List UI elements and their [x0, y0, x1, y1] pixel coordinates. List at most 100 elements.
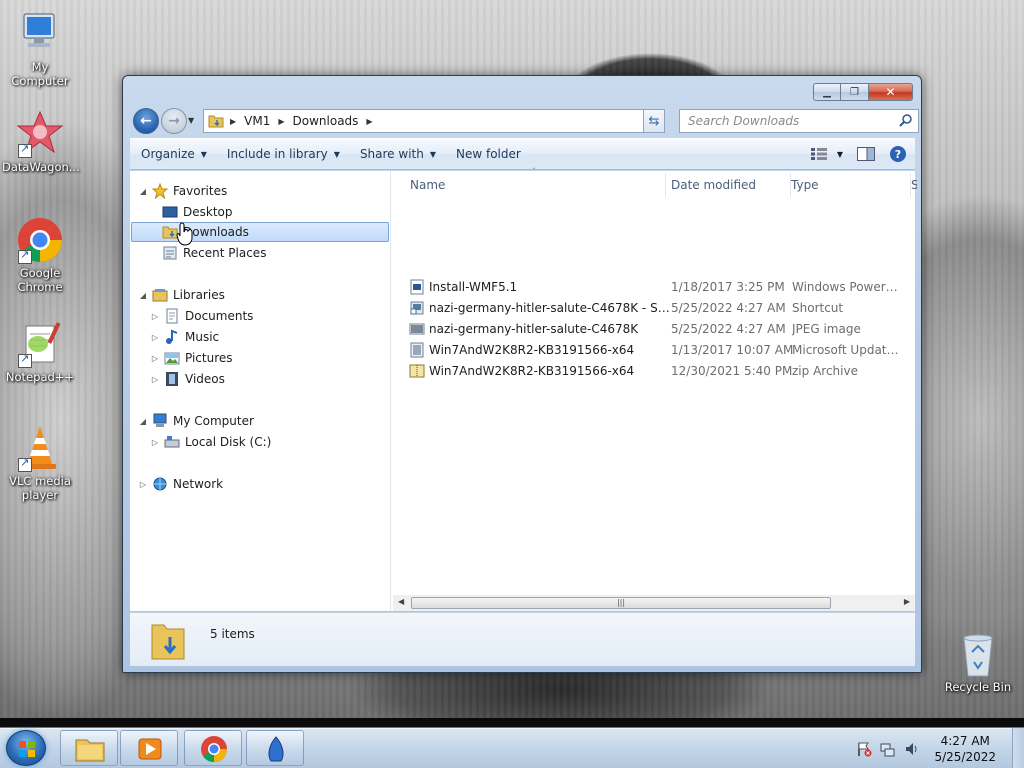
breadcrumb-chevron-icon[interactable]: ▶	[230, 117, 236, 126]
recycle-bin-icon	[958, 630, 998, 678]
my-computer-icon	[16, 10, 64, 58]
expand-arrow-icon[interactable]: ▷	[138, 480, 148, 489]
search-input[interactable]: Search Downloads	[679, 109, 919, 133]
nav-my-computer-label: My Computer	[173, 414, 254, 428]
desktop-icon-notepad-plus-plus[interactable]: Notepad++	[2, 320, 78, 384]
start-button[interactable]	[6, 730, 46, 766]
maximize-button[interactable]: ❐	[841, 83, 869, 101]
nav-videos[interactable]: ▷ Videos	[150, 369, 225, 389]
nav-recent-places[interactable]: Recent Places	[162, 243, 266, 263]
nav-documents[interactable]: ▷ Documents	[150, 306, 253, 326]
file-row[interactable]: nazi-germany-hitler-salute-C4678K 5/25/2…	[409, 319, 909, 339]
shortcut-arrow-icon	[18, 248, 32, 264]
breadcrumb-downloads[interactable]: Downloads	[293, 114, 359, 128]
desktop-icon-vlc[interactable]: VLC media player	[2, 424, 78, 502]
organize-button[interactable]: Organize ▼	[141, 147, 207, 161]
taskbar-media-player-button[interactable]	[120, 730, 178, 766]
update-package-icon	[410, 342, 424, 358]
file-type: JPEG image	[792, 322, 861, 336]
clock[interactable]: 4:27 AM 5/25/2022	[934, 733, 996, 765]
nav-pictures[interactable]: ▷ Pictures	[150, 348, 233, 368]
nav-desktop[interactable]: Desktop	[162, 202, 233, 222]
breadcrumb-chevron-icon[interactable]: ▶	[366, 117, 372, 126]
column-header-name[interactable]: Name ˄	[410, 167, 666, 197]
nav-downloads[interactable]: Downloads	[131, 222, 389, 242]
minimize-button[interactable]: ▁	[813, 83, 841, 101]
refresh-button[interactable]: ⇆	[643, 109, 665, 133]
nav-music[interactable]: ▷ Music	[150, 327, 219, 347]
share-with-button[interactable]: Share with ▼	[360, 147, 436, 161]
chevron-down-icon[interactable]: ▼	[837, 150, 843, 159]
recent-pages-dropdown[interactable]: ▼	[188, 116, 194, 125]
item-count: 5 items	[210, 627, 255, 641]
file-row[interactable]: Win7AndW2K8R2-KB3191566-x64 12/30/2021 5…	[409, 361, 909, 381]
scrollbar-thumb[interactable]: |||	[411, 597, 831, 609]
hard-drive-icon	[164, 436, 180, 448]
search-icon[interactable]	[899, 113, 913, 127]
column-header-date-modified[interactable]: Date modified	[671, 173, 791, 197]
taskbar-chrome-button[interactable]	[184, 730, 242, 766]
navigation-pane: ◢ Favorites Desktop Downloads Recent Pla…	[130, 171, 391, 611]
details-view-icon	[810, 148, 827, 160]
refresh-icon: ⇆	[648, 113, 660, 129]
collapse-arrow-icon[interactable]: ◢	[138, 417, 148, 426]
file-row[interactable]: Install-WMF5.1 1/18/2017 3:25 PM Windows…	[409, 277, 909, 297]
expand-arrow-icon[interactable]: ▷	[150, 354, 160, 363]
forward-button[interactable]: →	[161, 108, 187, 134]
file-row[interactable]: nazi-germany-hitler-salute-C4678K - Sho.…	[409, 298, 909, 318]
volume-speaker-icon[interactable]	[904, 741, 920, 757]
help-icon[interactable]: ?	[889, 145, 907, 163]
desktop-icon-label: My Computer	[11, 60, 69, 88]
horizontal-scrollbar[interactable]: ◀ ||| ▶	[393, 595, 915, 611]
nav-my-computer[interactable]: ◢ My Computer	[138, 411, 254, 431]
content-area: ◢ Favorites Desktop Downloads Recent Pla…	[130, 167, 917, 611]
scroll-right-arrow-icon[interactable]: ▶	[904, 597, 910, 606]
show-desktop-button[interactable]	[1012, 728, 1024, 768]
close-button[interactable]: ✕	[869, 83, 913, 101]
change-view-button[interactable]: ▼	[810, 148, 843, 160]
taskbar-explorer-button[interactable]	[60, 730, 118, 766]
desktop-icon-my-computer[interactable]: My Computer	[2, 10, 78, 88]
expand-arrow-icon[interactable]: ▷	[150, 333, 160, 342]
address-bar[interactable]: ▶ VM1 ▶ Downloads ▶ ▼	[203, 109, 665, 133]
column-header-size[interactable]: S	[911, 173, 917, 197]
collapse-arrow-icon[interactable]: ◢	[138, 187, 148, 196]
powershell-script-icon	[410, 279, 424, 295]
nav-recent-places-label: Recent Places	[183, 246, 267, 260]
column-type-label: Type	[791, 178, 819, 192]
desktop-icon-recycle-bin[interactable]: Recycle Bin	[940, 630, 1016, 694]
column-header-type[interactable]: Type	[791, 173, 911, 197]
shortcut-icon	[410, 301, 424, 315]
file-date: 5/25/2022 4:27 AM	[671, 322, 786, 336]
recent-places-icon	[163, 246, 177, 260]
include-in-library-button[interactable]: Include in library ▼	[227, 147, 340, 161]
taskbar-app-button[interactable]	[246, 730, 304, 766]
expand-arrow-icon[interactable]: ▷	[150, 312, 160, 321]
scroll-left-arrow-icon[interactable]: ◀	[398, 597, 404, 606]
folder-icon	[208, 115, 224, 128]
breadcrumb-chevron-icon[interactable]: ▶	[278, 117, 284, 126]
vlc-cone-icon	[16, 424, 64, 472]
nav-libraries[interactable]: ◢ Libraries	[138, 285, 225, 305]
nav-network[interactable]: ▷ Network	[138, 474, 223, 494]
nav-local-disk[interactable]: ▷ Local Disk (C:)	[150, 432, 271, 452]
details-pane: 5 items	[130, 612, 915, 666]
documents-icon	[166, 308, 178, 324]
nav-favorites[interactable]: ◢ Favorites	[138, 181, 227, 201]
file-row[interactable]: Win7AndW2K8R2-KB3191566-x64 1/13/2017 10…	[409, 340, 909, 360]
desktop-icon-datawagon[interactable]: DataWagon...	[2, 110, 80, 174]
desktop-icon-label: Google Chrome	[17, 266, 63, 294]
network-status-icon[interactable]	[880, 741, 896, 757]
expand-arrow-icon[interactable]: ▷	[150, 438, 160, 447]
action-center-flag-icon[interactable]	[856, 741, 872, 757]
column-size-label: S	[911, 178, 917, 192]
back-button[interactable]: ←	[133, 108, 159, 134]
collapse-arrow-icon[interactable]: ◢	[138, 291, 148, 300]
desktop-icon-google-chrome[interactable]: Google Chrome	[2, 216, 78, 294]
expand-arrow-icon[interactable]: ▷	[150, 375, 160, 384]
preview-pane-icon[interactable]	[857, 147, 875, 161]
shortcut-arrow-icon	[18, 142, 32, 158]
breadcrumb-vm1[interactable]: VM1	[244, 114, 270, 128]
new-folder-button[interactable]: New folder	[456, 147, 521, 161]
windows-logo-icon	[19, 741, 35, 757]
